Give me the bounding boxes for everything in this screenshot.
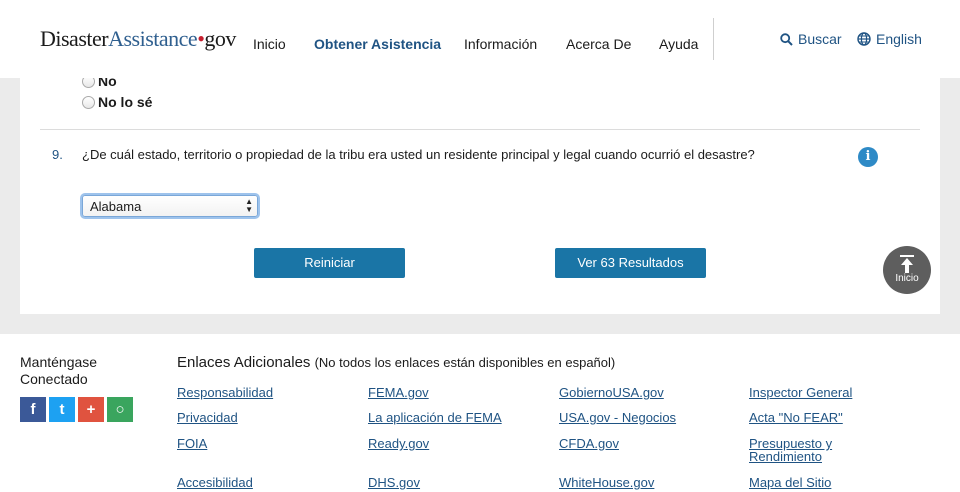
stay-connected-heading: Manténgase Conectado	[20, 354, 98, 387]
nav-divider	[713, 18, 714, 60]
footer-link-no-fear[interactable]: Acta "No FEAR"	[749, 411, 843, 424]
logo-text-disaster: Disaster	[40, 26, 109, 51]
state-select[interactable]: Alabama ▲ ▼	[82, 195, 258, 217]
additional-links-heading: Enlaces Adicionales (No todos los enlace…	[177, 354, 615, 371]
nav-informacion[interactable]: Información	[464, 36, 537, 52]
arrow-up-icon	[900, 255, 914, 273]
nav-obtener-asistencia[interactable]: Obtener Asistencia	[314, 36, 441, 52]
nav-ayuda[interactable]: Ayuda	[659, 36, 698, 52]
language-link[interactable]: English	[857, 31, 922, 47]
plus-share-icon[interactable]: +	[78, 397, 104, 422]
logo-text-gov: gov	[204, 26, 236, 51]
footer-link-fema-app[interactable]: La aplicación de FEMA	[368, 411, 502, 424]
question-text: ¿De cuál estado, territorio o propiedad …	[82, 147, 755, 162]
footer-link-responsabilidad[interactable]: Responsabilidad	[177, 386, 273, 399]
footer-link-dhs[interactable]: DHS.gov	[368, 476, 420, 489]
site-logo[interactable]: DisasterAssistance•gov	[40, 26, 236, 52]
footer-link-usagov-negocios[interactable]: USA.gov - Negocios	[559, 411, 676, 424]
footer-link-whitehouse[interactable]: WhiteHouse.gov	[559, 476, 654, 489]
footer-link-privacidad[interactable]: Privacidad	[177, 411, 238, 424]
globe-icon	[857, 32, 871, 46]
chat-icon[interactable]: ○	[107, 397, 133, 422]
footer-link-ready[interactable]: Ready.gov	[368, 437, 429, 450]
social-links: f t + ○	[20, 397, 133, 422]
back-to-top-label: Inicio	[895, 273, 919, 284]
footer-link-foia[interactable]: FOIA	[177, 437, 207, 450]
nav-acerca-de[interactable]: Acerca De	[566, 36, 631, 52]
facebook-icon[interactable]: f	[20, 397, 46, 422]
footer-link-fema[interactable]: FEMA.gov	[368, 386, 429, 399]
footer-link-gobiernousa[interactable]: GobiernoUSA.gov	[559, 386, 664, 399]
reset-button[interactable]: Reiniciar	[254, 248, 405, 278]
footer-link-accesibilidad[interactable]: Accesibilidad	[177, 476, 253, 489]
radio-option-no-lo-se[interactable]: No lo sé	[82, 94, 152, 110]
search-link[interactable]: Buscar	[780, 31, 842, 47]
footer-link-cfda[interactable]: CFDA.gov	[559, 437, 619, 450]
view-results-button[interactable]: Ver 63 Resultados	[555, 248, 706, 278]
language-label: English	[876, 31, 922, 47]
site-footer: Manténgase Conectado f t + ○ Enlaces Adi…	[0, 334, 960, 492]
search-icon	[780, 32, 793, 46]
footer-link-mapa-sitio[interactable]: Mapa del Sitio	[749, 476, 831, 489]
links-note: (No todos los enlaces están disponibles …	[314, 355, 616, 370]
links-title: Enlaces Adicionales	[177, 354, 311, 371]
logo-text-assistance: Assistance	[108, 26, 198, 51]
select-arrows-icon: ▲ ▼	[245, 197, 253, 214]
questionnaire-card: No No lo sé 9. ¿De cuál estado, territor…	[20, 60, 940, 314]
twitter-icon[interactable]: t	[49, 397, 75, 422]
state-select-value: Alabama	[90, 199, 142, 214]
info-icon[interactable]: i	[858, 147, 878, 167]
footer-link-presupuesto[interactable]: Presupuesto y Rendimiento	[749, 437, 869, 463]
footer-link-inspector-general[interactable]: Inspector General	[749, 386, 852, 399]
back-to-top-button[interactable]: Inicio	[883, 246, 931, 294]
question-divider	[40, 129, 920, 130]
site-header: DisasterAssistance•gov Inicio Obtener As…	[0, 0, 960, 78]
nav-inicio[interactable]: Inicio	[253, 36, 286, 52]
radio-button[interactable]	[82, 95, 95, 109]
radio-label: No lo sé	[98, 94, 153, 110]
search-label: Buscar	[798, 31, 842, 47]
